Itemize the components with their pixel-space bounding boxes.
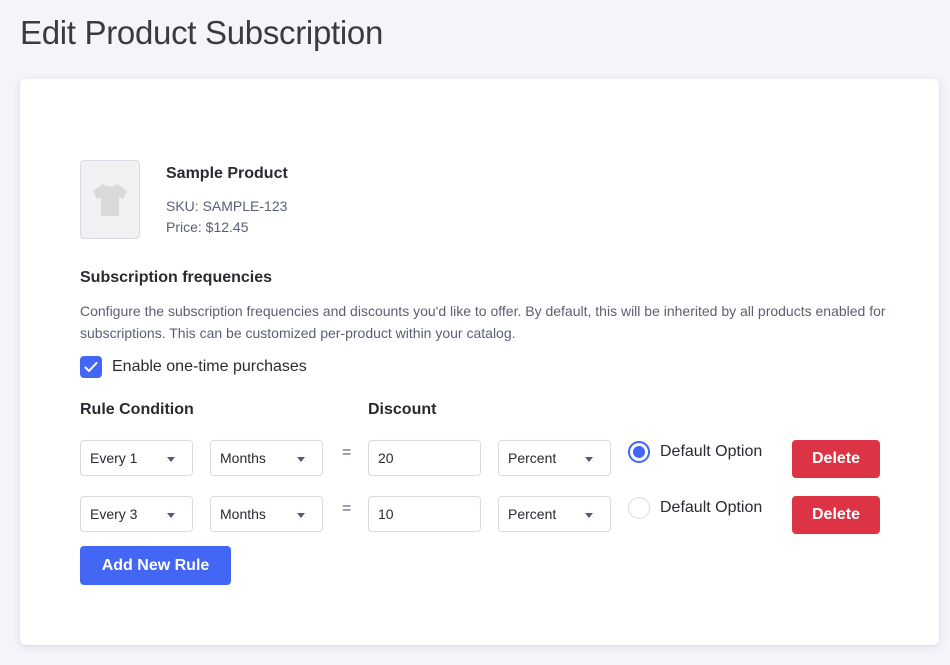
default-option-label: Default Option	[660, 499, 763, 516]
rule-condition-header: Rule Condition	[80, 401, 194, 418]
interval-select[interactable]: Every 3	[80, 496, 193, 532]
caret-down-icon	[585, 457, 593, 462]
caret-down-icon	[167, 513, 175, 518]
interval-value: Every 3	[90, 506, 138, 522]
page-title: Edit Product Subscription	[20, 14, 384, 51]
caret-down-icon	[167, 457, 175, 462]
unit-value: Months	[220, 450, 266, 466]
default-option-radio[interactable]: Default Option	[628, 440, 762, 464]
interval-value: Every 1	[90, 450, 138, 466]
discount-header: Discount	[368, 401, 437, 418]
equals-sign: =	[342, 500, 352, 517]
section-title: Subscription frequencies	[80, 269, 273, 286]
caret-down-icon	[297, 513, 305, 518]
discount-type-select[interactable]: Percent	[498, 440, 611, 476]
interval-select[interactable]: Every 1	[80, 440, 193, 476]
rule-row: Every 3 Months = 10 Percent Default Opti…	[80, 496, 920, 534]
one-time-purchase-checkbox[interactable]: Enable one-time purchases	[80, 356, 307, 378]
delete-rule-button[interactable]: Delete	[792, 496, 880, 534]
caret-down-icon	[585, 513, 593, 518]
unit-select[interactable]: Months	[210, 440, 323, 476]
checkbox-checked[interactable]	[80, 356, 102, 378]
tshirt-icon	[93, 183, 127, 216]
add-new-rule-button[interactable]: Add New Rule	[80, 546, 231, 585]
radio-unselected[interactable]	[628, 497, 650, 519]
default-option-label: Default Option	[660, 443, 763, 460]
product-sku: SKU: SAMPLE-123	[166, 198, 288, 214]
discount-value-input[interactable]: 10	[368, 496, 481, 532]
discount-value: 10	[378, 506, 394, 522]
product-name: Sample Product	[166, 165, 288, 182]
default-option-radio[interactable]: Default Option	[628, 496, 762, 520]
radio-selected[interactable]	[628, 441, 650, 463]
discount-type-select[interactable]: Percent	[498, 496, 611, 532]
product-image	[80, 160, 140, 239]
unit-value: Months	[220, 506, 266, 522]
caret-down-icon	[297, 457, 305, 462]
rule-row: Every 1 Months = 20 Percent Default Opti…	[80, 440, 920, 478]
discount-value-input[interactable]: 20	[368, 440, 481, 476]
section-description: Configure the subscription frequencies a…	[80, 303, 886, 341]
discount-type-value: Percent	[508, 450, 557, 466]
unit-select[interactable]: Months	[210, 496, 323, 532]
checkmark-icon	[84, 362, 98, 372]
product-price: Price: $12.45	[166, 219, 249, 235]
delete-rule-button[interactable]: Delete	[792, 440, 880, 478]
equals-sign: =	[342, 444, 352, 461]
subscription-card: Sample Product SKU: SAMPLE-123 Price: $1…	[20, 79, 939, 645]
discount-value: 20	[378, 450, 394, 466]
checkbox-label: Enable one-time purchases	[112, 358, 307, 375]
discount-type-value: Percent	[508, 506, 557, 522]
